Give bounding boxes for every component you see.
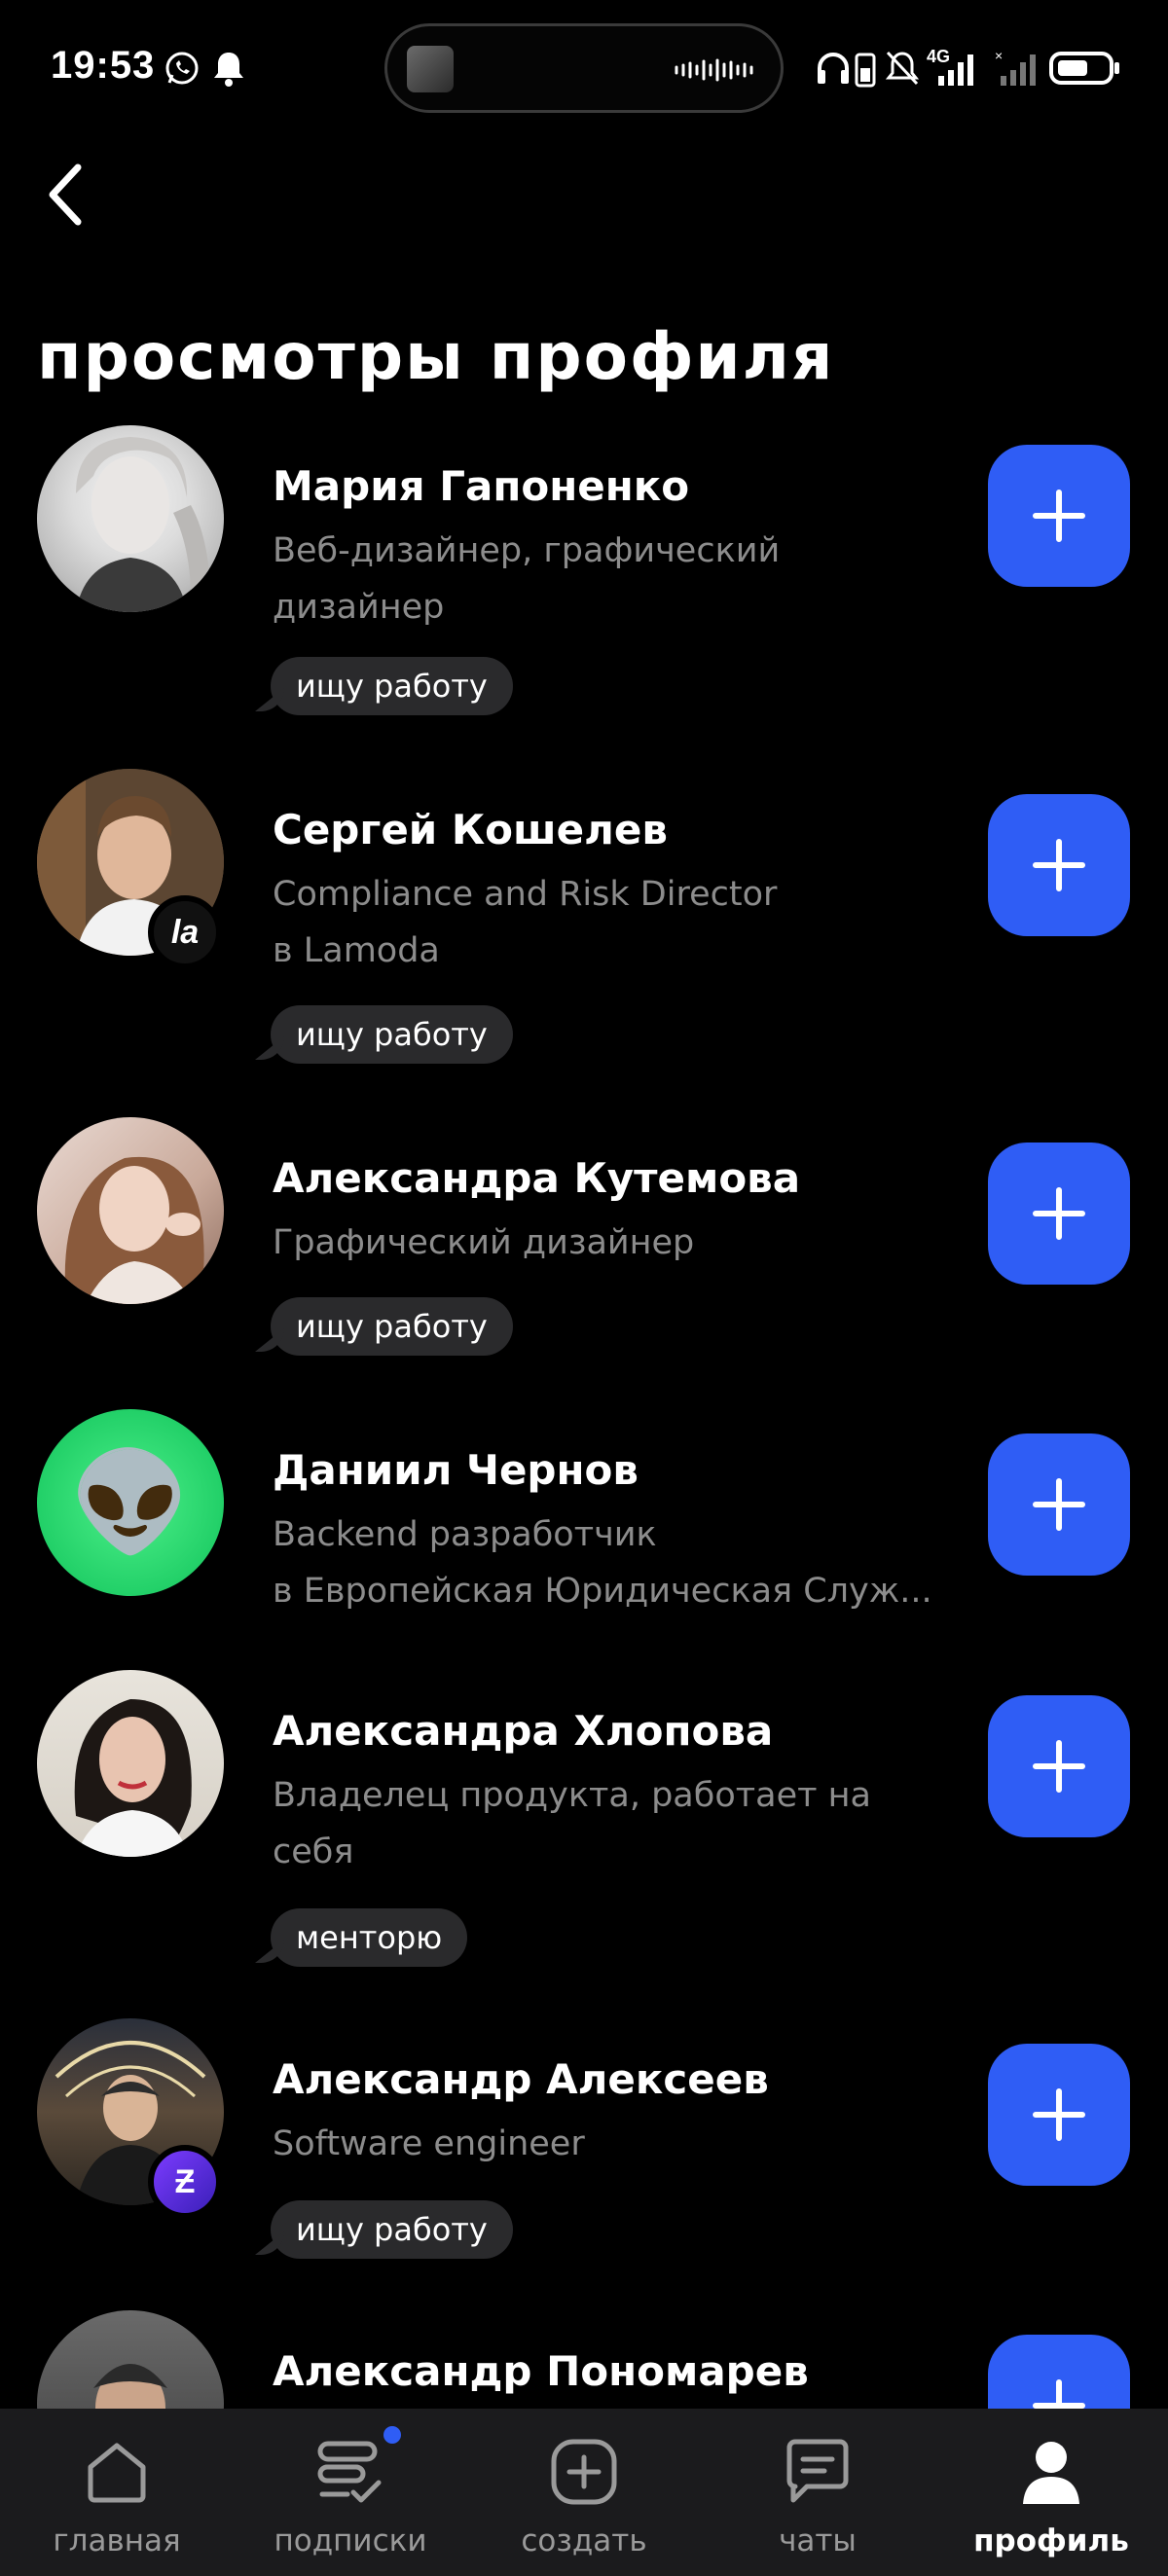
nav-item-subscriptions[interactable]: подписки [234,2409,467,2576]
profile-name[interactable]: Даниил Чернов [273,1446,639,1494]
plus-icon [1033,2379,1085,2409]
status-time: 19:53 [51,44,156,87]
nav-item-home[interactable]: главная [0,2409,234,2576]
profile-name[interactable]: Александра Кутемова [273,1154,800,1202]
plus-icon [1033,1187,1085,1240]
add-contact-button[interactable] [988,1433,1130,1576]
whatsapp-icon [165,52,199,85]
profile-subtitle: Веб-дизайнер, графический дизайнер [273,523,959,635]
create-icon [551,2439,617,2505]
company-badge: Ƶ [148,2145,222,2219]
home-icon [88,2443,146,2503]
profile-icon [1023,2442,1079,2504]
add-contact-button[interactable] [988,794,1130,936]
status-tag: ищу работу [271,1005,513,1064]
profile-name[interactable]: Александра Хлопова [273,1707,773,1755]
nav-item-profile[interactable]: профиль [934,2409,1168,2576]
company-badge-lamoda: la [148,895,222,969]
subtitle-line: в Lamoda [273,931,440,970]
battery-icon [1049,52,1119,85]
plus-icon [1033,2088,1085,2141]
avatar[interactable]: 👽 [37,1409,224,1596]
profile-row[interactable]: Александр Пономарев [0,2310,1168,2409]
profile-row[interactable]: Александра Кутемова Графический дизайнер… [0,1117,1168,1380]
status-tag: ищу работу [271,657,513,715]
avatar[interactable] [37,1117,224,1304]
avatar[interactable] [37,2310,224,2409]
plus-icon [1033,1478,1085,1531]
nav-item-chats[interactable]: чаты [701,2409,934,2576]
nav-label: подписки [274,2523,427,2558]
bottom-navigation: главная подписки создать чаты профиль [0,2409,1168,2576]
profile-subtitle: Compliance and Risk Director в Lamoda [273,866,959,979]
nav-label: создать [521,2523,647,2558]
avatar[interactable] [37,1670,224,1857]
profile-subtitle: Владелец продукта, работает на себя [273,1767,959,1880]
unread-indicator [383,2426,401,2444]
nav-item-create[interactable]: создать [467,2409,701,2576]
media-thumbnail [407,46,454,92]
profile-row[interactable]: Ƶ Александр Алексеев Software engineer и… [0,2018,1168,2281]
profile-name[interactable]: Сергей Кошелев [273,806,668,853]
avatar[interactable] [37,425,224,612]
subtitle-line: Software engineer [273,2124,585,2163]
add-contact-button[interactable] [988,1695,1130,1837]
profile-name[interactable]: Александр Алексеев [273,2055,769,2103]
headphones-battery-icon [818,53,876,88]
avatar-photo [74,1699,192,1857]
profile-subtitle: Графический дизайнер [273,1215,959,1271]
subtitle-line: Графический дизайнер [273,1223,695,1262]
avatar-photo [64,1156,204,1304]
profile-row[interactable]: Александра Хлопова Владелец продукта, ра… [0,1670,1168,1991]
plus-icon [1033,839,1085,891]
profile-row[interactable]: 👽 Даниил Чернов Backend разработчик в Ев… [0,1409,1168,1623]
page-title: просмотры профиля [37,319,835,394]
notification-bell-icon [214,53,243,87]
add-contact-button[interactable] [988,2335,1130,2409]
profile-name[interactable]: Мария Гапоненко [273,462,689,510]
status-tag: ищу работу [271,2200,513,2259]
chats-icon [786,2439,849,2503]
add-contact-button[interactable] [988,1143,1130,1285]
profile-subtitle: Backend разработчик в Европейская Юридич… [273,1506,959,1619]
profile-row[interactable]: Мария Гапоненко Веб-дизайнер, графически… [0,425,1168,746]
audio-wave-icon [675,58,753,82]
plus-icon [1033,1740,1085,1793]
back-button[interactable] [39,156,97,234]
status-bar: 19:53 4G × [0,0,1168,136]
subtitle-line: себя [273,1832,354,1871]
profile-subtitle: Software engineer [273,2116,959,2172]
add-contact-button[interactable] [988,2044,1130,2186]
dynamic-island[interactable] [384,23,784,113]
nav-label: главная [53,2523,181,2558]
subtitle-line: Веб-дизайнер, графический [273,531,781,570]
nav-label: чаты [779,2523,857,2558]
profile-row[interactable]: la Сергей Кошелев Compliance and Risk Di… [0,769,1168,1090]
plus-icon [1033,490,1085,542]
add-contact-button[interactable] [988,445,1130,587]
subscriptions-icon [317,2441,382,2503]
avatar-photo [93,2364,167,2409]
subtitle-line: Владелец продукта, работает на [273,1776,871,1815]
signal-strength-icon [938,54,973,86]
status-tag: менторю [271,1908,468,1967]
status-tag: ищу работу [271,1297,513,1356]
nav-label: профиль [973,2523,1129,2558]
subtitle-line: Compliance and Risk Director [273,875,778,914]
subtitle-line: Backend разработчик [273,1515,657,1554]
avatar-photo [76,437,211,612]
subtitle-line: дизайнер [273,588,445,627]
alien-emoji-icon: 👽 [69,1445,192,1559]
svg-text:×: × [995,49,1003,63]
profile-name[interactable]: Александр Пономарев [273,2347,809,2395]
signal-no-service-icon: × [995,49,1036,86]
mute-icon [885,51,920,86]
subtitle-line: в Европейская Юридическая Служ... [273,1572,932,1611]
